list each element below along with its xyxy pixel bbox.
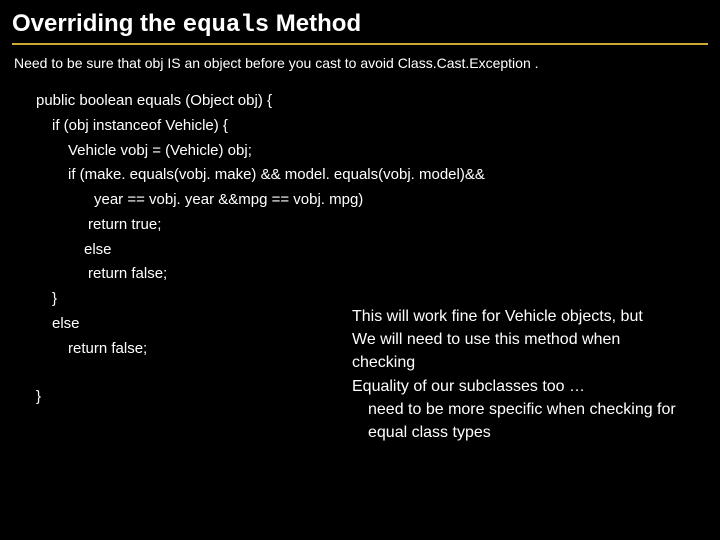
code-line: year == vobj. year &&mpg == vobj. mpg)	[36, 188, 708, 213]
bottom-row: } else return false; } This will work fi…	[36, 287, 708, 444]
code-block: public boolean equals (Object obj) { if …	[12, 89, 708, 444]
code-line: if (obj instanceof Vehicle) {	[36, 114, 708, 139]
code-line: if (make. equals(vobj. make) && model. e…	[36, 163, 708, 188]
title-suffix: Method	[269, 10, 361, 37]
code-line: else	[36, 312, 336, 337]
slide: Overriding the equals Method Need to be …	[0, 0, 720, 454]
code-line: public boolean equals (Object obj) {	[36, 89, 708, 114]
code-line: else	[36, 238, 708, 263]
annotation-note: This will work fine for Vehicle objects,…	[336, 287, 676, 444]
note-line: equal class types	[352, 421, 676, 444]
note-line: We will need to use this method when che…	[352, 328, 676, 374]
code-line: return true;	[36, 213, 708, 238]
code-line: }	[36, 385, 336, 410]
note-line: Equality of our subclasses too …	[352, 375, 676, 398]
title-prefix: Overriding the	[12, 10, 183, 37]
slide-title: Overriding the equals Method	[12, 10, 708, 43]
code-line: }	[36, 287, 336, 312]
title-mono: equals	[183, 12, 269, 39]
intro-text: Need to be sure that obj IS an object be…	[12, 55, 708, 71]
title-underline	[12, 43, 708, 45]
code-line: Vehicle vobj = (Vehicle) obj;	[36, 139, 708, 164]
note-line: This will work fine for Vehicle objects,…	[352, 305, 676, 328]
code-line: return false;	[36, 262, 708, 287]
code-line: return false;	[36, 337, 336, 362]
note-line: need to be more specific when checking f…	[352, 398, 676, 421]
